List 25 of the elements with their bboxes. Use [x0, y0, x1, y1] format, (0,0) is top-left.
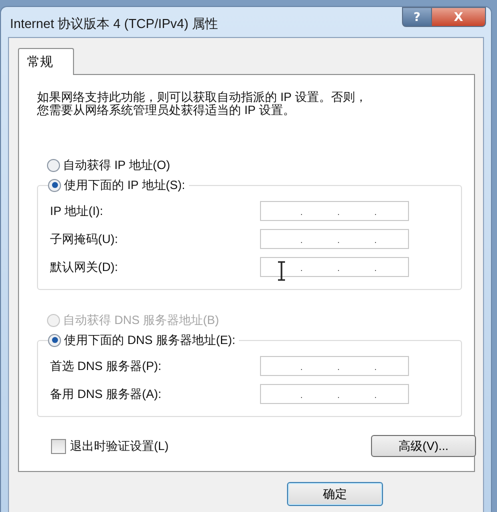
ip-address-field[interactable]: [260, 229, 409, 249]
field-label: 子网掩码(U):: [50, 230, 119, 248]
ip-address-field[interactable]: [260, 257, 409, 277]
description-text: 如果网络支持此功能，则可以获取自动指派的 IP 设置。否则，您需要从网络系统管理员处获得适当的 IP 设置。: [37, 91, 367, 117]
radio-button[interactable]: [48, 178, 61, 192]
checkbox[interactable]: [51, 438, 66, 454]
field-label: IP 地址(I):: [50, 202, 104, 220]
advanced-button[interactable]: 高级(V)...: [371, 435, 476, 457]
option-label: 自动获得 DNS 服务器地址(B): [63, 312, 219, 328]
option-label: 使用下面的 DNS 服务器地址(E):: [64, 332, 236, 348]
radio-button[interactable]: [48, 334, 61, 346]
ip-address-field[interactable]: [260, 201, 409, 221]
radio-button[interactable]: [47, 158, 60, 172]
text-cursor-icon: [277, 261, 286, 281]
field-label: 默认网关(D):: [50, 258, 119, 276]
tab[interactable]: 常规: [18, 48, 74, 75]
window-title: Internet 协议版本 4 (TCP/IPv4) 属性: [10, 15, 218, 33]
checkbox-label: 退出时验证设置(L): [70, 438, 169, 454]
field-label: 首选 DNS 服务器(P):: [50, 358, 162, 374]
option-label: 使用下面的 IP 地址(S):: [64, 176, 186, 194]
ip-address-field[interactable]: [260, 356, 409, 376]
option-label: 自动获得 IP 地址(O): [63, 156, 170, 174]
ip-address-field[interactable]: [260, 384, 409, 404]
field-label: 备用 DNS 服务器(A):: [50, 386, 162, 402]
ok-button[interactable]: 确定: [287, 482, 383, 506]
